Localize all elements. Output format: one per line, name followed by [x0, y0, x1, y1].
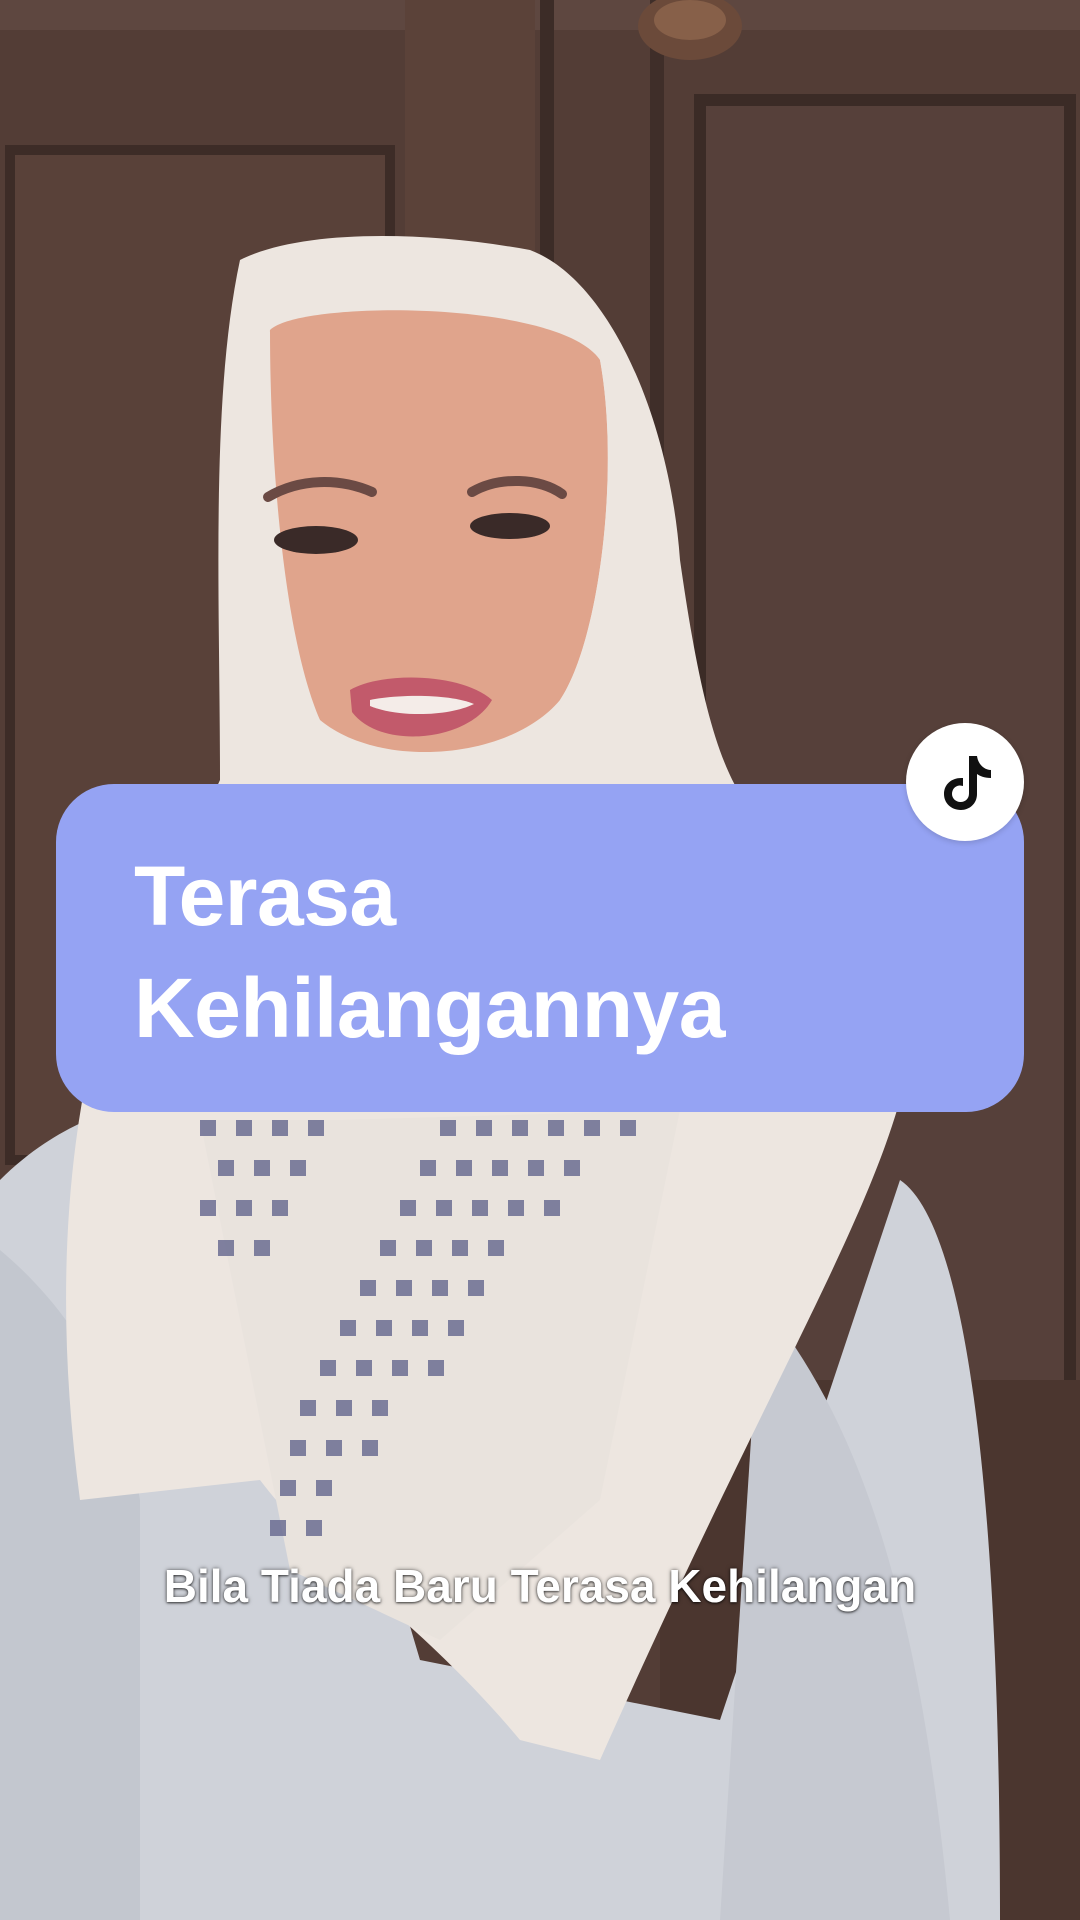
tiktok-logo-badge: [906, 723, 1024, 841]
video-player[interactable]: Terasa Kehilangannya Bila Tiada Baru Ter…: [0, 0, 1080, 1920]
title-line-1: Terasa: [134, 849, 396, 943]
title-card: Terasa Kehilangannya: [56, 784, 1024, 1112]
subtitle-caption: Bila Tiada Baru Terasa Kehilangan: [163, 1560, 917, 1612]
title-line-2: Kehilangannya: [134, 961, 725, 1055]
tiktok-note-icon: [944, 756, 991, 810]
